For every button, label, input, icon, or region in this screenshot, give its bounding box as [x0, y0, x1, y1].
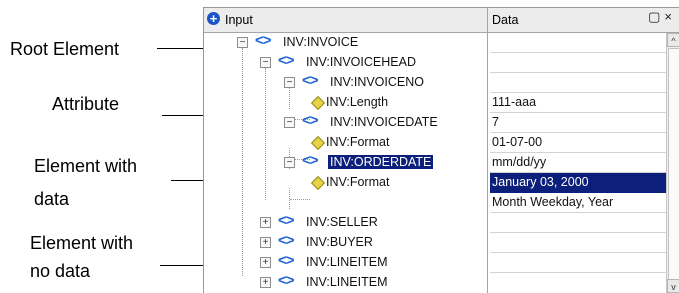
tree-node-label: INV:INVOICEHEAD [306, 55, 416, 69]
tree-node-label: INV:Format [326, 175, 390, 189]
restore-icon[interactable]: ▢ [648, 9, 664, 24]
row-divider [490, 152, 666, 153]
element-icon: <> [278, 212, 295, 229]
row-divider [490, 272, 666, 273]
attribute-diamond-icon [310, 135, 326, 151]
row-divider [490, 212, 666, 213]
data-cell[interactable]: 111-aaa [492, 95, 536, 109]
element-icon: <> [255, 32, 272, 49]
element-icon: <> [278, 252, 295, 269]
callout-element-with-data-line1: Element with [34, 156, 138, 176]
column-header-input[interactable]: + Input [204, 8, 488, 32]
element-icon: <> [302, 152, 319, 169]
collapse-icon[interactable]: − [260, 57, 271, 68]
data-cell[interactable]: mm/dd/yy [492, 155, 546, 169]
tree-connector [289, 88, 290, 109]
xml-tree: − <> INV:INVOICE − <> INV:INVOICEHEAD − … [204, 32, 488, 293]
tree-node-label-selected: INV:ORDERDATE [328, 155, 434, 169]
data-cell[interactable]: 7 [492, 115, 499, 129]
window-controls: ▢× [648, 9, 676, 25]
tree-connector [265, 68, 266, 200]
column-header-data[interactable]: Data ▢× [490, 8, 679, 32]
scroll-down-button[interactable]: v [667, 279, 679, 293]
data-column: 111-aaa 7 01-07-00 mm/dd/yy January 03, … [490, 33, 666, 293]
data-cell-selected-text: January 03, 2000 [492, 175, 589, 189]
row-divider [490, 232, 666, 233]
tree-node-label: INV:LINEITEM [306, 275, 388, 289]
row-divider [490, 72, 666, 73]
element-icon: <> [278, 272, 295, 289]
close-icon[interactable]: × [664, 9, 676, 24]
attribute-diamond-icon [310, 175, 326, 191]
collapse-icon[interactable]: − [284, 77, 295, 88]
tree-node-label: INV:Format [326, 135, 390, 149]
attribute-diamond-icon [310, 95, 326, 111]
callout-element-no-data-line2: no data [30, 261, 91, 281]
collapse-icon[interactable]: − [237, 37, 248, 48]
scroll-up-button[interactable]: ^ [667, 33, 679, 47]
callout-element-no-data-line1: Element with [30, 233, 134, 253]
add-circle-icon[interactable]: + [207, 12, 220, 25]
expand-icon[interactable]: + [260, 237, 271, 248]
tree-node-label: INV:Length [326, 95, 389, 109]
callout-element-with-data-line2: data [34, 189, 70, 209]
tree-node-label: INV:INVOICE [283, 35, 359, 49]
element-icon: <> [278, 52, 295, 69]
row-divider [490, 92, 666, 93]
element-icon: <> [302, 112, 319, 129]
mapping-panel: + Input Data ▢× − <> INV:INVOICE − <> IN… [203, 7, 679, 293]
row-divider [490, 132, 666, 133]
row-divider [490, 112, 666, 113]
data-cell[interactable]: Month Weekday, Year [492, 195, 613, 209]
data-cell[interactable]: 01-07-00 [492, 135, 542, 149]
tree-node-label: INV:INVOICEDATE [330, 115, 438, 129]
tree-node-label: INV:BUYER [306, 235, 373, 249]
element-icon: <> [278, 232, 295, 249]
row-divider [490, 252, 666, 253]
scroll-thumb[interactable] [668, 48, 679, 280]
collapse-icon[interactable]: − [284, 117, 295, 128]
collapse-icon[interactable]: − [284, 157, 295, 168]
tree-connector [242, 48, 243, 276]
callout-attribute: Attribute [52, 94, 120, 114]
row-divider [490, 52, 666, 53]
tree-node-label: INV:SELLER [306, 215, 378, 229]
callout-root-element: Root Element [10, 39, 120, 59]
expand-icon[interactable]: + [260, 277, 271, 288]
panel-header: + Input Data ▢× [204, 8, 679, 33]
element-icon: <> [302, 72, 319, 89]
column-header-input-label: Input [225, 13, 253, 27]
column-header-data-label: Data [492, 13, 519, 27]
expand-icon[interactable]: + [260, 217, 271, 228]
tree-node-label: INV:LINEITEM [306, 255, 388, 269]
expand-icon[interactable]: + [260, 257, 271, 268]
vertical-scrollbar[interactable]: ^ v [666, 33, 679, 293]
data-cell-selected[interactable]: January 03, 2000 [490, 173, 666, 193]
tree-node-label: INV:INVOICENO [330, 75, 424, 89]
tree-connector [290, 199, 310, 200]
